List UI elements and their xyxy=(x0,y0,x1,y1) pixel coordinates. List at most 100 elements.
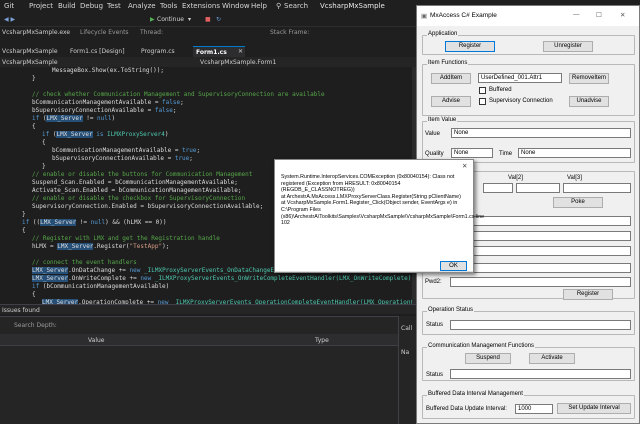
code-line[interactable]: MessageBox.Show(ex.ToString()); xyxy=(52,67,164,75)
code-line[interactable]: { xyxy=(32,291,36,299)
code-line[interactable]: if (LMX_Server != null) xyxy=(32,115,115,123)
code-line[interactable]: Activate_Scan.Enabled = bCommunicationMa… xyxy=(32,187,242,195)
menu-window[interactable]: Window xyxy=(222,2,250,10)
menu-build[interactable]: Build xyxy=(58,2,76,10)
tab-program[interactable]: Program.cs xyxy=(141,46,175,57)
activate-button[interactable]: Activate xyxy=(529,353,575,364)
stop-icon[interactable]: ■ xyxy=(205,16,211,23)
code-token: LMX_Server xyxy=(40,219,77,226)
search-watch-input[interactable]: Search Depth: xyxy=(14,322,57,329)
tab-solution[interactable]: VcsharpMxSample xyxy=(2,46,58,57)
code-line[interactable]: // check whether Communication Managemen… xyxy=(32,91,325,99)
process-label[interactable]: VcsharpMxSample.exe xyxy=(2,29,70,36)
verify-user-input[interactable] xyxy=(450,246,631,256)
op-status-field[interactable] xyxy=(450,320,631,330)
unadvise-button[interactable]: Unadvise xyxy=(569,96,609,107)
menu-extensions[interactable]: Extensions xyxy=(182,2,220,10)
code-line[interactable]: LMX_Server.OnWriteComplete += new _ILMXP… xyxy=(32,275,415,283)
code-line[interactable]: // enable or disable the buttons for Com… xyxy=(32,171,252,179)
additem-button[interactable]: AddItem xyxy=(431,73,471,84)
tab-form1-design[interactable]: Form1.cs [Design] xyxy=(70,46,125,57)
code-token: ) xyxy=(111,115,116,122)
code-line[interactable]: } xyxy=(32,75,36,83)
code-line[interactable]: SupervisoryConnection.Enabled = bSupervi… xyxy=(32,203,263,211)
code-line[interactable]: if ((LMX_Server != null) && (hLMX == 0)) xyxy=(22,219,167,227)
continue-button[interactable]: Continue xyxy=(157,16,184,23)
code-token: (( xyxy=(29,219,41,226)
register-button[interactable]: Register xyxy=(445,41,495,52)
code-token: null xyxy=(90,219,106,226)
nav-class[interactable]: VcsharpMxSample.Form1 xyxy=(200,59,276,66)
maximize-icon[interactable]: ☐ xyxy=(596,11,602,19)
unregister-button[interactable]: Unregister xyxy=(543,41,593,52)
interval-input[interactable]: 1000 xyxy=(515,404,553,414)
back-icon[interactable]: ◀ ▶ xyxy=(4,16,15,23)
val3-input[interactable] xyxy=(563,183,631,193)
code-token: } xyxy=(22,211,26,218)
code-line[interactable]: } xyxy=(22,211,26,219)
menu-test[interactable]: Test xyxy=(107,2,121,10)
code-line[interactable]: { xyxy=(22,227,26,235)
code-line[interactable]: bSupervisoryConnectionAvailable = true; xyxy=(52,155,193,163)
code-line[interactable]: if (bCommunicationManagementAvailable) xyxy=(32,283,169,291)
user2-input[interactable] xyxy=(450,263,631,273)
code-line[interactable]: // connect the event handlers xyxy=(32,259,137,267)
restart-icon[interactable]: ↻ xyxy=(216,16,221,23)
close-tab-icon[interactable]: ✕ xyxy=(238,48,243,55)
code-token: ; xyxy=(189,155,193,162)
code-line[interactable]: { xyxy=(42,139,46,147)
ok-button[interactable]: OK xyxy=(440,261,467,271)
continue-icon[interactable]: ▶ xyxy=(150,16,155,23)
menu-git[interactable]: Git xyxy=(4,2,14,10)
item-functions-group: Item Functions AddItem UserDefined_001.A… xyxy=(422,60,635,116)
val1-input[interactable] xyxy=(483,183,513,193)
value-field[interactable]: None xyxy=(451,128,631,138)
code-token: SupervisoryConnection.Enabled = bSupervi… xyxy=(32,203,264,210)
pwd2-input[interactable] xyxy=(450,277,631,287)
lifecycle-events[interactable]: Lifecycle Events xyxy=(80,29,129,36)
register-write-button[interactable]: Register xyxy=(563,289,613,300)
quality-field[interactable]: None xyxy=(451,148,493,158)
removeitem-button[interactable]: RemoveItem xyxy=(569,73,609,84)
poke-button[interactable]: Poke xyxy=(553,197,603,208)
advise-button[interactable]: Advise xyxy=(431,96,471,107)
search-icon[interactable]: ⚲ xyxy=(276,2,281,10)
navigation-bar: VcsharpMxSample VcsharpMxSample.Form1 xyxy=(0,57,420,67)
code-line[interactable]: } xyxy=(42,163,46,171)
supervisory-checkbox[interactable] xyxy=(479,98,486,105)
nav-project[interactable]: VcsharpMxSample xyxy=(2,59,58,66)
code-line[interactable]: hLMX = LMX_Server.Register("TestApp"); xyxy=(32,243,169,251)
code-line[interactable]: if (LMX_Server is ILMXProxyServer4) xyxy=(42,131,168,139)
code-token: ); xyxy=(162,243,170,250)
item-value-group: Item Value Value None Quality None Time … xyxy=(422,117,635,163)
code-line[interactable]: bCommunicationManagementAvailable = true… xyxy=(52,147,200,155)
code-line[interactable]: // enable or disable the checkbox for Su… xyxy=(32,195,245,203)
comm-status-field[interactable] xyxy=(450,369,631,379)
val2-input[interactable] xyxy=(516,183,560,193)
code-token: // enable or disable the buttons for Com… xyxy=(32,171,253,178)
menu-analyze[interactable]: Analyze xyxy=(128,2,156,10)
menu-tools[interactable]: Tools xyxy=(160,2,177,10)
password-input[interactable] xyxy=(450,231,631,241)
chevron-down-icon[interactable]: ▾ xyxy=(188,16,191,23)
stack-frame-label: Stack Frame: xyxy=(270,29,310,36)
set-interval-button[interactable]: Set Update Interval xyxy=(557,403,631,414)
minimize-icon[interactable]: — xyxy=(573,11,580,18)
menu-debug[interactable]: Debug xyxy=(80,2,103,10)
menu-search[interactable]: Search xyxy=(284,2,308,10)
code-line[interactable]: bSupervisoryConnectionAvailable = false; xyxy=(32,107,177,115)
code-token: { xyxy=(22,227,26,234)
code-line[interactable]: { xyxy=(32,123,36,131)
buffered-checkbox[interactable] xyxy=(479,87,486,94)
code-line[interactable]: bCommunicationManagementAvailable = fals… xyxy=(32,99,184,107)
code-line[interactable]: // Register with LMX and get the Registr… xyxy=(32,235,220,243)
item-name-input[interactable]: UserDefined_001.Attr1 xyxy=(478,73,562,83)
menu-project[interactable]: Project xyxy=(29,2,53,10)
menu-help[interactable]: Help xyxy=(251,2,267,10)
dialog-close-icon[interactable]: ✕ xyxy=(462,162,467,170)
close-icon[interactable]: ✕ xyxy=(620,11,625,19)
code-line[interactable]: Suspend_Scan.Enabled = bCommunicationMan… xyxy=(32,179,238,187)
application-group-label: Application xyxy=(427,31,459,37)
time-field[interactable]: None xyxy=(518,148,631,158)
suspend-button[interactable]: Suspend xyxy=(465,353,511,364)
